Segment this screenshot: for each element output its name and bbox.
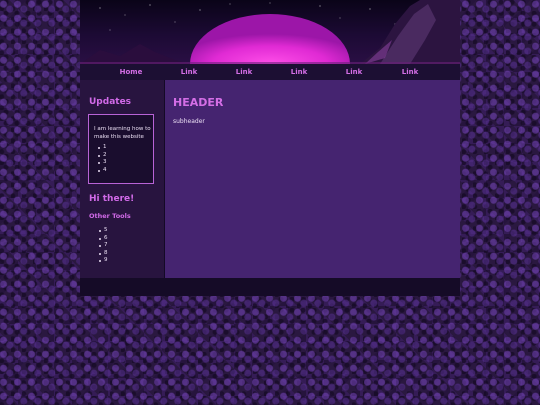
footer xyxy=(80,278,460,296)
site-container: Home Link Link Link Link Link Updates I … xyxy=(80,0,460,296)
nav-link-4[interactable]: Link xyxy=(346,64,363,80)
list-item: 4 xyxy=(98,167,107,175)
header-banner xyxy=(80,0,460,64)
greeting-heading: Hi there! xyxy=(89,194,135,204)
synthwave-sunset-image xyxy=(80,0,460,64)
main-nav: Home Link Link Link Link Link xyxy=(80,64,460,80)
main-content: HEADER subheader xyxy=(165,80,460,278)
nav-link-3[interactable]: Link xyxy=(291,64,308,80)
list-item: 3 xyxy=(98,159,107,167)
list-item: 1 xyxy=(98,144,107,152)
updates-heading: Updates xyxy=(89,97,132,107)
tools-list: 5 6 7 8 9 xyxy=(99,227,108,265)
nav-link-5[interactable]: Link xyxy=(402,64,419,80)
updates-box: I am learning how to make this website 1… xyxy=(88,114,154,184)
updates-list: 1 2 3 4 xyxy=(98,144,107,174)
list-item: 7 xyxy=(99,242,108,250)
list-item: 8 xyxy=(99,250,108,258)
nav-link-1[interactable]: Link xyxy=(181,64,198,80)
main-header: HEADER xyxy=(173,96,224,109)
list-item: 9 xyxy=(99,257,108,265)
nav-home-link[interactable]: Home xyxy=(120,64,143,80)
list-item: 2 xyxy=(98,152,107,160)
sidebar: Updates I am learning how to make this w… xyxy=(80,80,164,278)
other-tools-heading: Other Tools xyxy=(89,212,131,220)
nav-link-2[interactable]: Link xyxy=(236,64,253,80)
main-subheader: subheader xyxy=(173,118,205,125)
list-item: 5 xyxy=(99,227,108,235)
list-item: 6 xyxy=(99,235,108,243)
updates-text: I am learning how to make this website xyxy=(94,126,151,140)
